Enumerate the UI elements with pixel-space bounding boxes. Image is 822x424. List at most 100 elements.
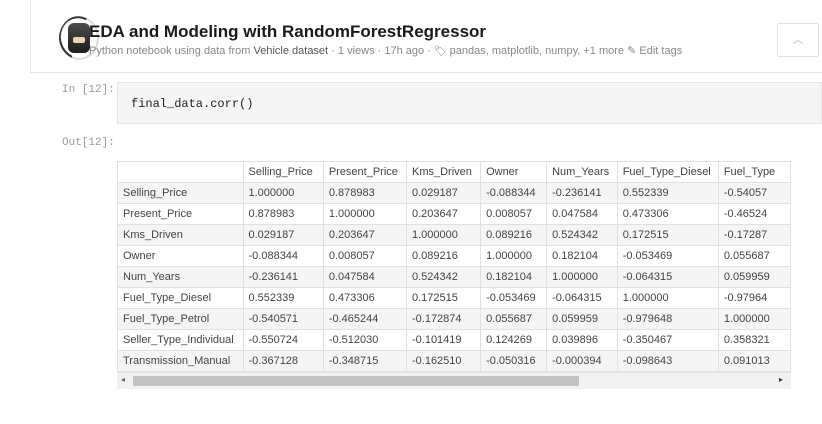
table-cell: 0.047584	[546, 203, 618, 225]
pencil-icon[interactable]: ✎	[627, 45, 636, 57]
table-cell: 0.029187	[405, 182, 482, 204]
table-header-row: Selling_Price Present_Price Kms_Driven O…	[117, 161, 791, 183]
table-row: Seller_Type_Individual -0.550724 -0.512030…	[117, 329, 791, 351]
table-row: Num_Years -0.236141 0.047584 0.524342 0.1821…	[117, 266, 791, 288]
table-cell: 0.552339	[616, 182, 719, 204]
index-header	[117, 161, 244, 183]
table-cell: 0.089216	[480, 224, 548, 246]
chevron-up-icon: ︿	[792, 34, 804, 46]
table-cell: 1.000000	[480, 245, 548, 267]
table-cell: -0.162510	[405, 350, 482, 372]
table-cell: 1.000000	[717, 308, 791, 330]
table-cell: 0.182104	[480, 266, 548, 288]
table-cell: -0.46524	[717, 203, 791, 225]
horizontal-scrollbar[interactable]: ◂ ▸	[117, 372, 791, 389]
table-cell: 0.473306	[616, 203, 719, 225]
table-cell: -0.053469	[480, 287, 548, 309]
collapse-header-button[interactable]: ︿	[777, 23, 819, 57]
table-cell: -0.101419	[405, 329, 482, 351]
table-cell: 0.008057	[322, 245, 407, 267]
table-cell: -0.367128	[242, 350, 324, 372]
notebook-meta: Python notebook using data from Vehicle …	[89, 44, 682, 57]
table-cell: -0.979648	[616, 308, 719, 330]
input-prompt: In [12]:	[62, 84, 115, 96]
column-header: Num_Years	[546, 161, 618, 183]
table-cell: 1.000000	[242, 182, 324, 204]
table-cell: 0.059959	[717, 266, 791, 288]
column-header: Present_Price	[322, 161, 407, 183]
row-label: Owner	[117, 245, 244, 267]
table-cell: -0.050316	[480, 350, 548, 372]
row-label: Fuel_Type_Petrol	[117, 308, 244, 330]
edit-tags-link[interactable]: Edit tags	[639, 45, 682, 57]
avatar-image	[68, 23, 90, 53]
table-cell: 0.172515	[616, 224, 719, 246]
table-cell: 0.124269	[480, 329, 548, 351]
column-header: Fuel_Type	[717, 161, 791, 183]
table-cell: 0.552339	[242, 287, 324, 309]
table-cell: -0.172874	[405, 308, 482, 330]
table-cell: -0.17287	[717, 224, 791, 246]
table-row: Owner -0.088344 0.008057 0.089216 1.000000 0.…	[117, 245, 791, 267]
table-cell: -0.540571	[242, 308, 324, 330]
table-cell: -0.088344	[480, 182, 548, 204]
scroll-thumb[interactable]	[133, 376, 579, 386]
table-cell: 0.358321	[717, 329, 791, 351]
table-cell: -0.236141	[546, 182, 618, 204]
tags-list[interactable]: pandas, matplotlib, numpy, +1 more	[450, 45, 624, 57]
notebook-header: EDA and Modeling with RandomForestRegres…	[30, 0, 822, 73]
table-cell: -0.053469	[616, 245, 719, 267]
dataset-link[interactable]: Vehicle dataset	[254, 45, 329, 57]
table-cell: -0.064315	[546, 287, 618, 309]
table-row: Fuel_Type_Petrol -0.540571 -0.465244 -0.172…	[117, 308, 791, 330]
column-header: Kms_Driven	[405, 161, 482, 183]
table-cell: -0.54057	[717, 182, 791, 204]
correlation-table: Selling_Price Present_Price Kms_Driven O…	[117, 161, 791, 372]
table-cell: -0.088344	[242, 245, 324, 267]
table-cell: -0.064315	[616, 266, 719, 288]
table-row: Transmission_Manual -0.367128 -0.348715 -0.…	[117, 350, 791, 372]
row-label: Transmission_Manual	[117, 350, 244, 372]
table-cell: 0.039896	[546, 329, 618, 351]
output-prompt: Out[12]:	[62, 137, 115, 149]
table-cell: 0.172515	[405, 287, 482, 309]
scroll-left-icon[interactable]: ◂	[121, 375, 125, 384]
row-label: Present_Price	[117, 203, 244, 225]
notebook-title: EDA and Modeling with RandomForestRegres…	[89, 22, 487, 41]
table-cell: 0.473306	[322, 287, 407, 309]
table-cell: 0.203647	[322, 224, 407, 246]
table-cell: 0.524342	[546, 224, 618, 246]
table-cell: 0.203647	[405, 203, 482, 225]
table-cell: 1.000000	[616, 287, 719, 309]
table-cell: 0.008057	[480, 203, 548, 225]
table-cell: 0.047584	[322, 266, 407, 288]
table-row: Present_Price 0.878983 1.000000 0.203647 0.0…	[117, 203, 791, 225]
table-cell: 0.029187	[242, 224, 324, 246]
table-row: Kms_Driven 0.029187 0.203647 1.000000 0.0892…	[117, 224, 791, 246]
meta-suffix: · 1 views · 17h ago ·	[328, 45, 434, 57]
row-label: Selling_Price	[117, 182, 244, 204]
table-cell: 0.878983	[322, 182, 407, 204]
table-row: Fuel_Type_Diesel 0.552339 0.473306 0.172515…	[117, 287, 791, 309]
table-cell: 0.878983	[242, 203, 324, 225]
dataframe-output: Selling_Price Present_Price Kms_Driven O…	[117, 161, 791, 389]
row-label: Seller_Type_Individual	[117, 329, 244, 351]
code-text[interactable]: final_data.corr()	[131, 97, 253, 111]
table-cell: -0.465244	[322, 308, 407, 330]
table-cell: 0.055687	[717, 245, 791, 267]
table-cell: -0.550724	[242, 329, 324, 351]
row-label: Kms_Driven	[117, 224, 244, 246]
table-cell: 0.059959	[546, 308, 618, 330]
table-cell: 0.055687	[480, 308, 548, 330]
table-cell: -0.348715	[322, 350, 407, 372]
table-cell: 0.091013	[717, 350, 791, 372]
code-cell[interactable]: final_data.corr()	[117, 82, 822, 124]
column-header: Owner	[480, 161, 548, 183]
row-label: Num_Years	[117, 266, 244, 288]
table-cell: -0.236141	[242, 266, 324, 288]
scroll-right-icon[interactable]: ▸	[779, 375, 783, 384]
table-cell: 0.089216	[405, 245, 482, 267]
table-row: Selling_Price 1.000000 0.878983 0.029187 -0.…	[117, 182, 791, 204]
row-label: Fuel_Type_Diesel	[117, 287, 244, 309]
table-cell: 1.000000	[405, 224, 482, 246]
